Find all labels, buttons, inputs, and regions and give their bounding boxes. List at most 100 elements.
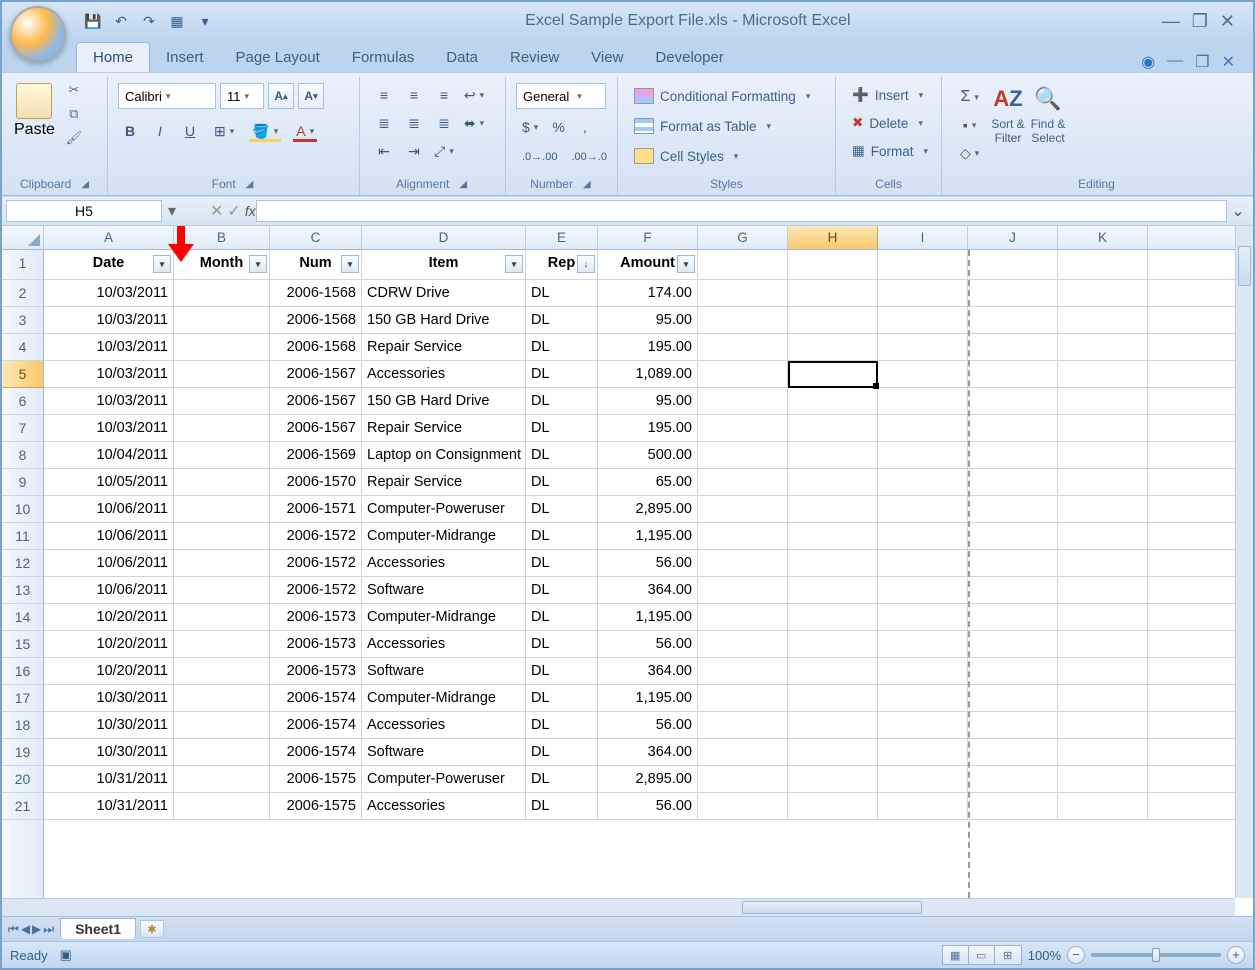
worksheet-grid[interactable]: ABCDEFGHIJK 1234567891011121314151617181… (2, 226, 1253, 916)
cell[interactable]: DL (526, 523, 598, 549)
format-painter-icon[interactable]: 🖌 (65, 129, 83, 147)
cell[interactable]: DL (526, 550, 598, 576)
first-sheet-icon[interactable]: ⏮ (8, 922, 19, 937)
doc-close-icon[interactable]: ✕ (1222, 52, 1235, 72)
cell[interactable] (698, 280, 788, 306)
cell[interactable] (698, 361, 788, 387)
cell[interactable] (878, 739, 968, 765)
cell[interactable]: DL (526, 361, 598, 387)
column-header-J[interactable]: J (968, 226, 1058, 249)
cell[interactable]: Computer-Poweruser (362, 496, 526, 522)
cancel-icon[interactable]: ✕ (210, 201, 223, 221)
vertical-scrollbar[interactable] (1235, 226, 1253, 898)
filter-button-rep[interactable]: ↓ (577, 255, 595, 273)
undo-icon[interactable]: ↶ (112, 12, 130, 30)
cell[interactable]: 1,089.00 (598, 361, 698, 387)
cell[interactable] (788, 685, 878, 711)
increase-indent-button[interactable]: ⇥ (400, 139, 428, 163)
cell[interactable] (968, 577, 1058, 603)
cell[interactable] (878, 712, 968, 738)
cell[interactable] (878, 550, 968, 576)
align-bottom-button[interactable]: ≡ (430, 83, 458, 107)
cell[interactable] (878, 793, 968, 819)
cell[interactable]: DL (526, 739, 598, 765)
office-button[interactable] (10, 6, 66, 62)
cell[interactable]: 10/06/2011 (44, 523, 174, 549)
cell[interactable] (788, 712, 878, 738)
cell[interactable] (174, 361, 270, 387)
cell[interactable] (968, 442, 1058, 468)
cell[interactable] (968, 604, 1058, 630)
cell[interactable]: DL (526, 496, 598, 522)
cell[interactable]: 10/03/2011 (44, 388, 174, 414)
cell[interactable] (1058, 250, 1148, 279)
name-box-dropdown[interactable]: ▾ (162, 201, 182, 221)
clear-button[interactable]: ◇ (954, 141, 985, 165)
cell[interactable] (174, 280, 270, 306)
cell-styles-button[interactable]: Cell Styles (630, 145, 742, 167)
cell[interactable]: Accessories (362, 712, 526, 738)
cell[interactable] (968, 523, 1058, 549)
cell[interactable] (788, 631, 878, 657)
cell[interactable]: Computer-Midrange (362, 685, 526, 711)
cell[interactable] (968, 415, 1058, 441)
cell[interactable]: 10/06/2011 (44, 550, 174, 576)
cell[interactable]: 2006-1575 (270, 793, 362, 819)
close-icon[interactable]: ✕ (1220, 11, 1235, 32)
cell[interactable] (174, 766, 270, 792)
column-header-G[interactable]: G (698, 226, 788, 249)
tab-data[interactable]: Data (430, 43, 494, 72)
align-left-button[interactable]: ≣ (370, 111, 398, 135)
cell[interactable] (1058, 631, 1148, 657)
doc-restore-icon[interactable]: ❐ (1195, 52, 1209, 72)
cell[interactable] (968, 631, 1058, 657)
column-header-E[interactable]: E (526, 226, 598, 249)
format-cells-button[interactable]: ▦Format (848, 141, 932, 161)
cell[interactable] (968, 739, 1058, 765)
column-header-H[interactable]: H (788, 226, 878, 249)
copy-icon[interactable]: ⧉ (65, 105, 83, 123)
cell[interactable] (1058, 307, 1148, 333)
conditional-formatting-button[interactable]: Conditional Formatting (630, 85, 814, 107)
cell[interactable]: Computer-Midrange (362, 604, 526, 630)
print-preview-icon[interactable]: ▦ (168, 12, 186, 30)
format-as-table-button[interactable]: Format as Table (630, 115, 775, 137)
tab-page-layout[interactable]: Page Layout (220, 43, 336, 72)
cell[interactable]: 2006-1571 (270, 496, 362, 522)
name-box[interactable]: H5 (6, 200, 162, 222)
cell[interactable]: Laptop on Consignment (362, 442, 526, 468)
select-all-button[interactable] (2, 226, 44, 249)
cell[interactable]: 364.00 (598, 739, 698, 765)
cell[interactable] (174, 658, 270, 684)
cell[interactable]: 65.00 (598, 469, 698, 495)
column-header-K[interactable]: K (1058, 226, 1148, 249)
column-header-D[interactable]: D (362, 226, 526, 249)
cell[interactable] (878, 415, 968, 441)
cell[interactable] (968, 280, 1058, 306)
cell[interactable]: DL (526, 793, 598, 819)
cell[interactable]: 2006-1570 (270, 469, 362, 495)
cell[interactable]: Repair Service (362, 334, 526, 360)
cell[interactable]: 56.00 (598, 550, 698, 576)
cell[interactable]: 2006-1574 (270, 712, 362, 738)
underline-button[interactable]: U (178, 119, 202, 143)
cell[interactable]: 10/03/2011 (44, 361, 174, 387)
cell[interactable] (788, 469, 878, 495)
cell[interactable]: 364.00 (598, 577, 698, 603)
cell[interactable]: 10/31/2011 (44, 793, 174, 819)
cell[interactable] (788, 250, 878, 279)
cell[interactable]: DL (526, 685, 598, 711)
zoom-slider[interactable] (1091, 953, 1221, 957)
cell[interactable]: DL (526, 280, 598, 306)
cell[interactable]: 10/30/2011 (44, 712, 174, 738)
cell[interactable] (968, 793, 1058, 819)
row-header-20[interactable]: 20 (2, 766, 43, 793)
cell[interactable]: 10/30/2011 (44, 739, 174, 765)
cell[interactable]: Software (362, 577, 526, 603)
cell[interactable] (878, 577, 968, 603)
cell[interactable] (878, 766, 968, 792)
row-header-8[interactable]: 8 (2, 442, 43, 469)
cell[interactable] (1058, 685, 1148, 711)
decrease-indent-button[interactable]: ⇤ (370, 139, 398, 163)
fx-icon[interactable]: fx (245, 203, 256, 219)
